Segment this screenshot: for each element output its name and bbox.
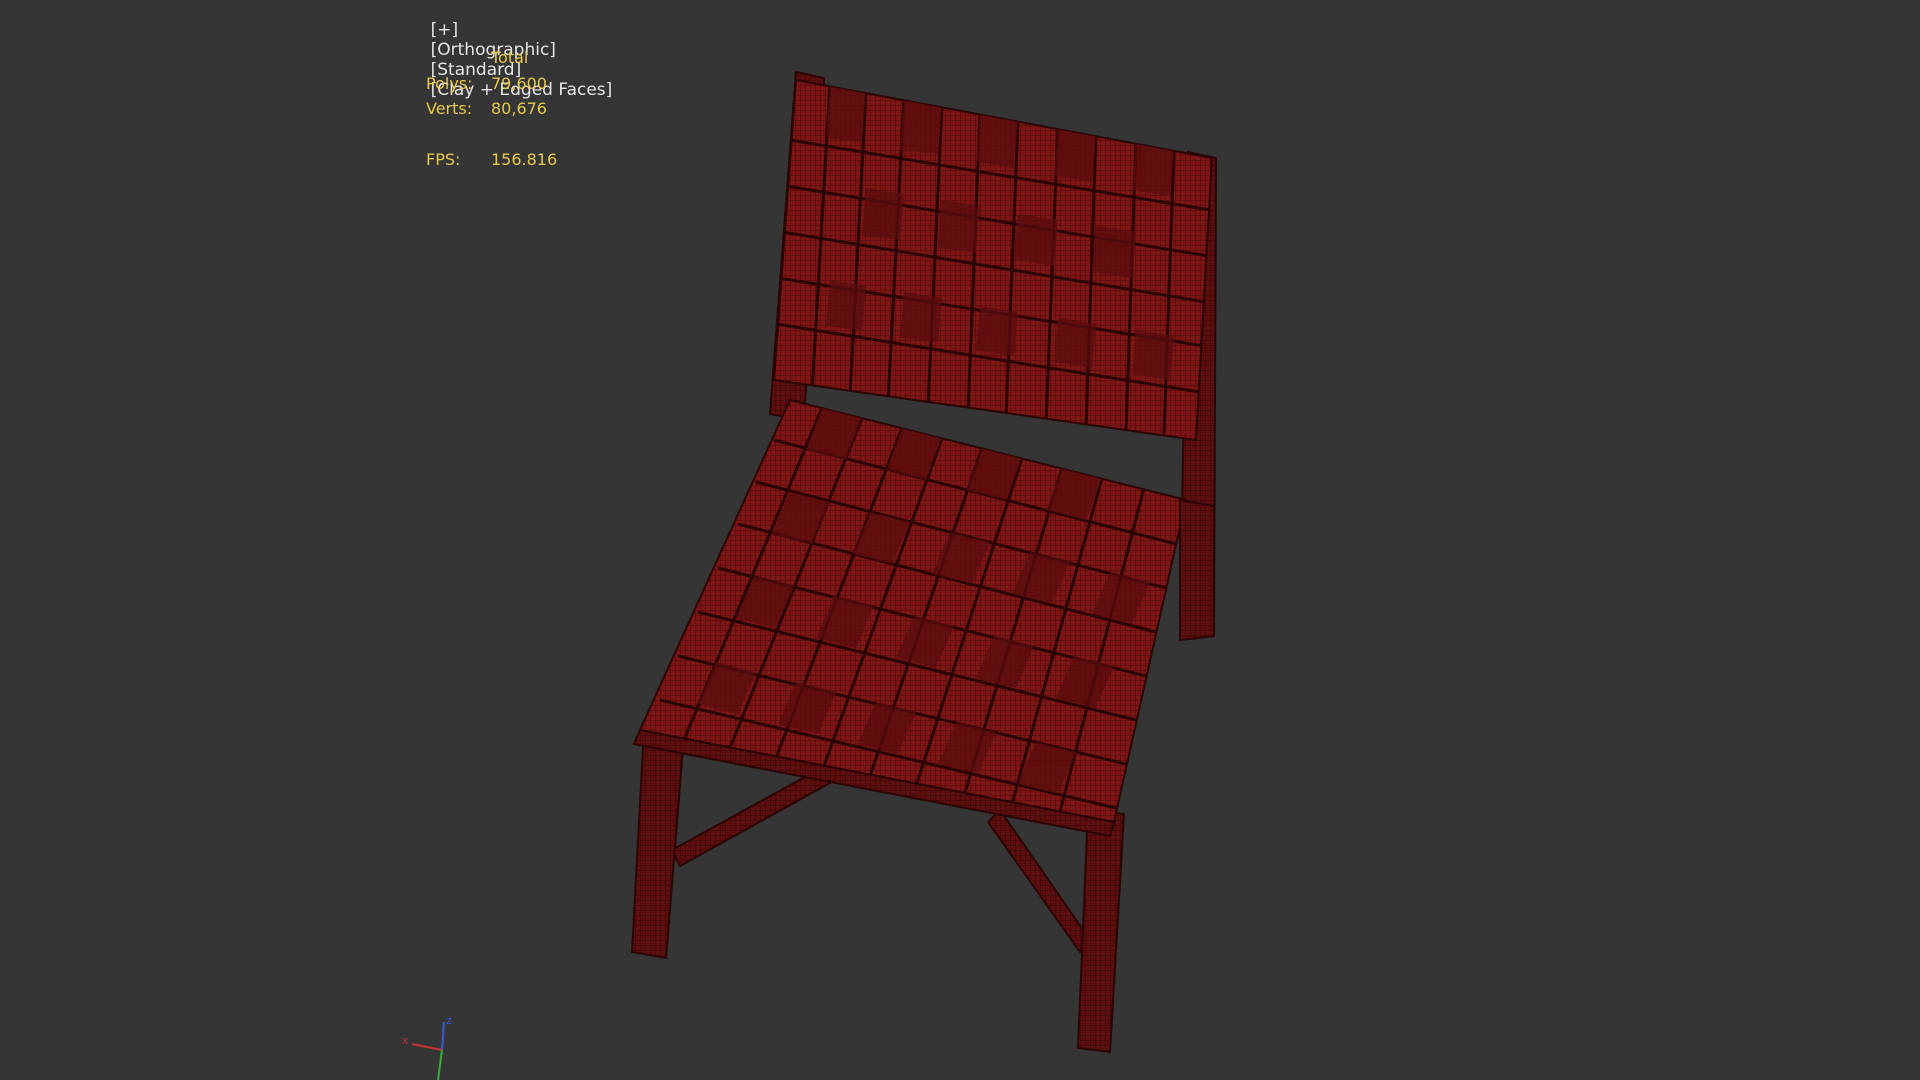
gizmo-z-label: z (446, 1014, 452, 1027)
gizmo-x-label: x (402, 1034, 409, 1047)
chair-backrest (772, 78, 1214, 442)
chair-rear-leg-right (1179, 498, 1215, 642)
chair-model[interactable] (0, 0, 1920, 1080)
axis-gizmo-icon: z x (402, 1014, 452, 1080)
chair-stretcher-right (986, 808, 1092, 954)
3d-viewport[interactable]: [+] [Orthographic] [Standard] [Clay + Ed… (0, 0, 1920, 1080)
axis-gizmo: z x (400, 1010, 460, 1080)
chair-seat (632, 398, 1188, 838)
